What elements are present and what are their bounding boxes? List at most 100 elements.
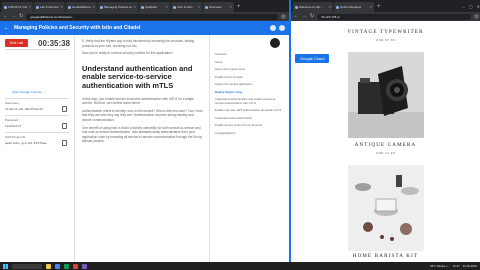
toc-item[interactable]: Enable Cloud Console — [215, 75, 284, 80]
product-name[interactable]: HOME BARISTA KIT — [291, 254, 480, 259]
left-tab-strip: GSP1174 | Managing Poli...✕ Lab Instruct… — [0, 0, 289, 12]
shop-page: VINTAGE TYPEWRITER USD 67.99 Google Clou… — [291, 21, 480, 262]
left-browser-window: GSP1174 | Managing Poli...✕ Lab Instruct… — [0, 0, 289, 262]
browser-tab-active[interactable]: Online Boutique ✕ — [334, 2, 374, 12]
reload-icon[interactable]: ↻ — [19, 12, 23, 21]
toc-item[interactable]: Setup and requirements — [215, 67, 284, 72]
forward-arrow-icon[interactable]: → — [11, 12, 16, 21]
close-icon[interactable]: ✕ — [133, 5, 136, 9]
tab-title: Qwiklabs — [145, 5, 158, 9]
minimize-icon[interactable]: – — [463, 2, 465, 12]
product-name[interactable]: ANTIQUE CAMERA — [291, 143, 480, 148]
end-lab-button[interactable]: End Lab — [5, 39, 29, 47]
left-address-bar: ← → ↻ googleskillsboost.com/focuses/... — [0, 12, 289, 21]
url-input[interactable]: 34.123.178.xx — [317, 13, 471, 20]
table-of-contents: Overview Setup Setup and requirements En… — [209, 35, 289, 262]
paragraph: Authentication refers to identity: who i… — [82, 108, 203, 122]
taskbar-search[interactable] — [12, 263, 42, 269]
tab-favicon — [295, 5, 298, 9]
toc-item[interactable]: Overview — [215, 52, 284, 57]
barista-kit-image[interactable] — [348, 165, 424, 251]
browser-tab[interactable]: Lab Instructions | Goo...✕ — [34, 2, 65, 12]
divider — [5, 115, 69, 116]
new-tab-button[interactable]: + — [377, 2, 381, 12]
open-console-link[interactable]: Open Google Console — [12, 90, 42, 94]
system-tray: 28°C Mostly c... 12:27 31-05-2022 — [430, 264, 477, 268]
section-heading: Understand authentication and enable ser… — [82, 63, 193, 90]
copy-icon[interactable] — [62, 106, 67, 112]
tab-favicon — [173, 5, 176, 9]
browser-tab[interactable]: GSP1174 | Managing Poli...✕ — [2, 2, 33, 12]
close-icon[interactable]: ✕ — [165, 5, 168, 9]
toc-item[interactable]: Understand Istio authorization — [215, 116, 284, 121]
password-label: Password — [5, 118, 19, 122]
project-id-value: qwiklabs-gcp-03-9f374aa — [5, 142, 47, 145]
toc-item[interactable]: Deploy the sample application — [215, 82, 284, 87]
browser-tab[interactable]: Overview ✕ — [203, 2, 234, 12]
antique-camera-image[interactable] — [348, 52, 424, 138]
tab-title: Lab Instructions | Goo... — [40, 5, 59, 9]
back-arrow-icon[interactable]: ← — [294, 12, 299, 21]
paragraph: One benefit of using Istio is that it pr… — [82, 125, 203, 144]
weather-widget[interactable]: 28°C Mostly c... — [430, 264, 450, 268]
maximize-icon[interactable]: ▢ — [469, 2, 473, 12]
browser-tab[interactable]: cloudskillsboost.google✕ — [66, 2, 97, 12]
close-icon[interactable]: ✕ — [369, 5, 372, 9]
browser-tab[interactable]: Qwiklabs ✕ — [139, 2, 170, 12]
project-id-label: GCP Project ID — [5, 135, 26, 139]
help-icon[interactable] — [270, 25, 276, 31]
url-text: googleskillsboost.com/focuses/... — [30, 14, 75, 19]
tab-favicon — [36, 5, 39, 9]
tab-favicon — [100, 5, 103, 9]
close-icon[interactable]: ✕ — [28, 5, 31, 9]
clock-date[interactable]: 31-05-2022 — [463, 264, 477, 268]
lab-title: Managing Policies and Security with Isti… — [14, 25, 141, 31]
file-explorer-icon[interactable] — [46, 263, 51, 269]
toc-item[interactable]: Enable end-user JWT authentication along… — [215, 108, 284, 113]
toc-item[interactable]: Setup — [215, 60, 284, 65]
user-icon[interactable] — [279, 25, 285, 31]
lab-timer: 00:35:38 — [38, 39, 71, 48]
copy-icon[interactable] — [62, 123, 67, 129]
app-icon[interactable] — [73, 263, 78, 269]
tab-favicon — [141, 5, 144, 9]
app-icon[interactable] — [82, 263, 87, 269]
product-name[interactable]: VINTAGE TYPEWRITER — [291, 30, 480, 35]
back-arrow-icon[interactable]: ← — [3, 12, 8, 21]
close-icon[interactable]: ✕ — [197, 5, 200, 9]
new-tab-button[interactable]: + — [237, 2, 241, 12]
close-icon[interactable]: ✕ — [328, 5, 331, 9]
toc-item-active[interactable]: Deploy Hipster shop — [215, 90, 284, 95]
forward-arrow-icon[interactable]: → — [302, 12, 307, 21]
toc-item[interactable]: Congratulations! — [215, 131, 284, 136]
close-window-icon[interactable]: ✕ — [477, 2, 480, 12]
tab-title: Intro to Istio — [177, 5, 193, 9]
clock-time[interactable]: 12:27 — [453, 264, 460, 268]
window-controls: – ▢ ✕ — [463, 2, 480, 12]
chrome-icon[interactable] — [55, 263, 60, 269]
close-icon[interactable]: ✕ — [92, 5, 95, 9]
profile-avatar[interactable] — [281, 14, 286, 19]
url-text: 34.123.178.xx — [321, 14, 341, 19]
toc-item[interactable]: Enable access control for the frontend — [215, 123, 284, 128]
close-icon[interactable]: ✕ — [229, 5, 232, 9]
toc-item[interactable]: Understand authentication and enable ser… — [215, 97, 284, 105]
url-input[interactable]: googleskillsboost.com/focuses/... — [26, 13, 278, 20]
close-icon[interactable]: ✕ — [60, 5, 63, 9]
copy-icon[interactable] — [62, 140, 67, 146]
tab-favicon — [4, 5, 7, 9]
profile-avatar[interactable] — [474, 14, 479, 19]
browser-tab[interactable]: Intro to Istio ✕ — [171, 2, 202, 12]
app-icon[interactable] — [64, 263, 69, 269]
right-address-bar: ← → ↻ 34.123.178.xx — [291, 12, 480, 21]
browser-tab-active[interactable]: Managing Policies and...✕ — [98, 2, 138, 12]
back-arrow-icon[interactable]: ← — [4, 25, 10, 31]
tab-title: GSP1174 | Managing Poli... — [8, 5, 28, 9]
product-price: USD 12.49 — [375, 151, 396, 155]
tab-title: Managing Policies and... — [104, 5, 132, 9]
taskbar: 28°C Mostly c... 12:27 31-05-2022 — [0, 262, 480, 270]
reload-icon[interactable]: ↻ — [310, 12, 314, 21]
start-menu-icon[interactable] — [3, 263, 8, 269]
instruction-text: Now you're ready to enforce security pol… — [82, 51, 173, 56]
browser-tab[interactable]: Welcome to Hip... ✕ — [293, 2, 333, 12]
